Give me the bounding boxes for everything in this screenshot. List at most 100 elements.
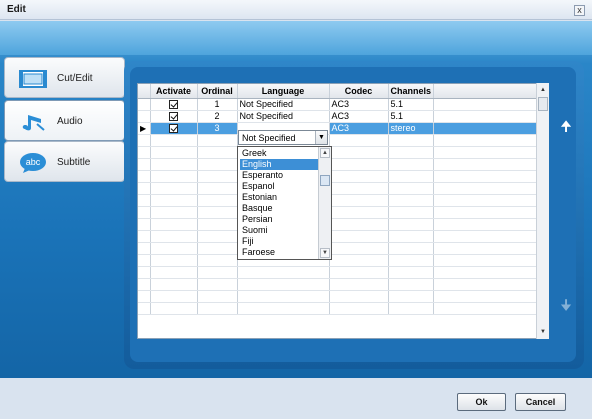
empty-cell <box>150 158 198 171</box>
move-down-arrow-icon[interactable]: 🠋 <box>558 297 574 313</box>
activate-cell[interactable] <box>150 110 198 123</box>
table-row[interactable]: 1 Not Specified AC3 5.1 <box>138 98 538 111</box>
tab-cut-edit[interactable]: Cut/Edit <box>4 57 125 98</box>
dropdown-option[interactable]: Persian <box>240 214 318 225</box>
chevron-down-icon[interactable]: ▼ <box>315 131 327 144</box>
empty-cell <box>433 146 538 159</box>
dropdown-option[interactable]: Suomi <box>240 225 318 236</box>
empty-cell <box>197 290 238 303</box>
empty-cell <box>433 134 538 147</box>
column-header-activate[interactable]: Activate <box>150 84 198 99</box>
activate-cell[interactable] <box>150 122 198 135</box>
language-combobox[interactable]: Not Specified ▼ <box>238 130 328 145</box>
dropdown-option[interactable]: Fiji <box>240 236 318 247</box>
activate-checkbox[interactable] <box>169 112 178 121</box>
dropdown-option[interactable]: Estonian <box>240 192 318 203</box>
tab-subtitle[interactable]: abc Subtitle <box>4 141 125 182</box>
empty-cell <box>197 170 238 183</box>
column-header-channels[interactable]: Channels <box>388 84 435 99</box>
dropdown-scroll-down-icon[interactable]: ▼ <box>320 248 330 258</box>
empty-cell <box>433 266 538 279</box>
ordinal-cell: 1 <box>197 98 238 111</box>
empty-cell <box>138 230 151 243</box>
empty-cell <box>388 302 435 315</box>
empty-cell <box>197 242 238 255</box>
dropdown-option[interactable]: Basque <box>240 203 318 214</box>
empty-cell <box>388 194 435 207</box>
row-selector[interactable]: ▶ <box>138 122 151 135</box>
empty-cell <box>388 230 435 243</box>
ok-button[interactable]: Ok <box>457 393 506 411</box>
empty-cell <box>388 278 435 291</box>
ordinal-cell: 3 <box>197 122 238 135</box>
empty-cell <box>150 266 198 279</box>
dropdown-scrollbar[interactable]: ▲ ▼ <box>318 147 331 259</box>
empty-cell <box>388 266 435 279</box>
close-button[interactable]: x <box>574 5 585 16</box>
ordinal-cell: 2 <box>197 110 238 123</box>
dropdown-option-highlighted[interactable]: English <box>240 159 318 170</box>
empty-cell <box>197 158 238 171</box>
empty-cell <box>138 266 151 279</box>
empty-cell <box>138 182 151 195</box>
tab-audio[interactable]: Audio <box>4 100 125 141</box>
empty-cell <box>433 230 538 243</box>
dropdown-option[interactable]: Esperanto <box>240 170 318 181</box>
empty-cell <box>433 254 538 267</box>
table-row[interactable]: 2 Not Specified AC3 5.1 <box>138 110 538 123</box>
empty-cell <box>150 146 198 159</box>
empty-row <box>138 194 538 207</box>
table-row-selected[interactable]: ▶ 3 AC3 stereo <box>138 122 538 135</box>
column-header-codec[interactable]: Codec <box>329 84 389 99</box>
empty-row <box>138 242 538 255</box>
activate-checkbox[interactable] <box>169 100 178 109</box>
row-selector[interactable] <box>138 98 151 111</box>
language-dropdown-list[interactable]: Greek English Esperanto Espanol Estonian… <box>237 146 332 260</box>
language-cell[interactable]: Not Specified <box>237 98 330 111</box>
svg-text:abc: abc <box>26 157 41 167</box>
empty-cell <box>150 134 198 147</box>
empty-cell <box>138 158 151 171</box>
activate-cell[interactable] <box>150 98 198 111</box>
empty-cell <box>329 158 389 171</box>
empty-cell <box>197 254 238 267</box>
cancel-button[interactable]: Cancel <box>515 393 566 411</box>
empty-cell <box>138 170 151 183</box>
empty-cell <box>138 218 151 231</box>
empty-cell <box>237 278 330 291</box>
scroll-thumb[interactable] <box>538 97 548 111</box>
column-header-filler <box>433 84 538 99</box>
empty-cell <box>138 278 151 291</box>
dropdown-option[interactable]: Faroese <box>240 247 318 258</box>
grid-scrollbar[interactable]: ▲ ▼ <box>536 83 549 339</box>
empty-cell <box>329 254 389 267</box>
empty-cell <box>150 170 198 183</box>
empty-cell <box>329 242 389 255</box>
empty-cell <box>197 302 238 315</box>
empty-cell <box>329 230 389 243</box>
dropdown-scroll-up-icon[interactable]: ▲ <box>320 148 330 158</box>
row-selector[interactable] <box>138 110 151 123</box>
empty-cell <box>197 134 238 147</box>
column-header-ordinal[interactable]: Ordinal <box>197 84 238 99</box>
abc-bubble-icon: abc <box>20 153 46 173</box>
empty-cell <box>150 230 198 243</box>
title-bar: Edit x <box>0 0 592 20</box>
empty-cell <box>138 146 151 159</box>
activate-checkbox[interactable] <box>169 124 178 133</box>
empty-row <box>138 254 538 267</box>
empty-cell <box>150 254 198 267</box>
empty-cell <box>329 194 389 207</box>
move-up-arrow-icon[interactable]: 🠉 <box>558 118 574 134</box>
column-header-language[interactable]: Language <box>237 84 330 99</box>
scroll-down-arrow-icon[interactable]: ▼ <box>538 326 548 338</box>
filler-cell <box>433 110 538 123</box>
empty-cell <box>433 182 538 195</box>
dropdown-scroll-thumb[interactable] <box>320 175 330 186</box>
dropdown-option[interactable]: Greek <box>240 148 318 159</box>
dropdown-option[interactable]: Espanol <box>240 181 318 192</box>
scroll-up-arrow-icon[interactable]: ▲ <box>538 84 548 96</box>
language-cell[interactable]: Not Specified <box>237 110 330 123</box>
empty-cell <box>237 266 330 279</box>
audio-track-grid: Activate Ordinal Language Codec Channels… <box>137 83 549 339</box>
